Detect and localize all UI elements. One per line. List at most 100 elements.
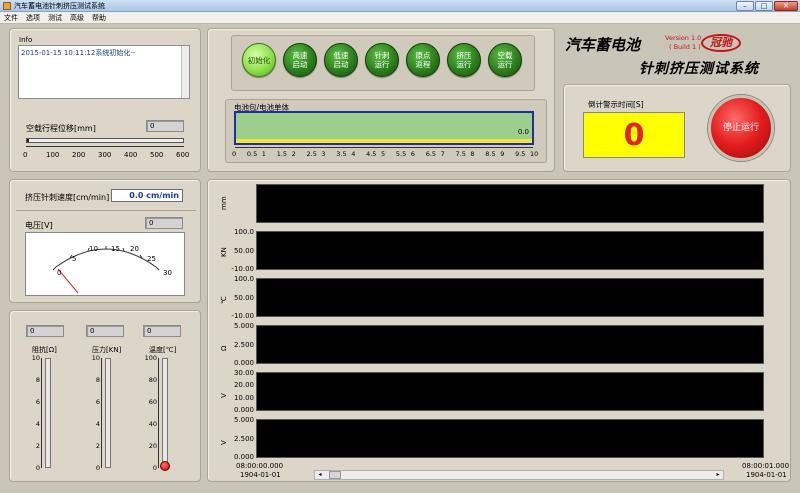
divider	[16, 210, 196, 211]
thermo-tube	[162, 358, 168, 468]
origin-return-button[interactable]: 原点 返程	[406, 43, 440, 77]
stroke-slider[interactable]	[26, 138, 184, 143]
stroke-tick: 500	[150, 151, 164, 159]
date-end: 1904-01-01	[746, 471, 787, 479]
time-start: 08:00:00.000	[236, 462, 284, 470]
scroll-left-icon[interactable]: ◂	[316, 471, 324, 479]
voltage-tick: 15	[111, 245, 120, 253]
progress-ticks: 0 0.5 1 1.5 2 2.5 3 3.5 4 4.5 5 5.5 6 6.5 7 7.5 8 8.5 9 9.5…	[232, 150, 538, 160]
countdown-display: 0	[583, 112, 685, 158]
progress-tick: 5	[381, 150, 386, 158]
speed-voltage-panel: 挤压针刺速度[cm/min] 0.0 cm/min 电压[V] 0 0 5 10…	[9, 179, 201, 303]
menu-test[interactable]: 测试	[48, 13, 62, 23]
thermo-tick: 10	[31, 354, 40, 362]
stroke-value: 0	[146, 120, 184, 132]
voltage-tick: 20	[130, 245, 139, 253]
chart-y-tick: 50.00	[233, 293, 254, 302]
progress-fill	[236, 139, 532, 143]
thermo-tick: 60	[148, 398, 157, 406]
window-title: 汽车蓄电池针刺挤压测试系统	[14, 2, 105, 10]
chart-plot[interactable]	[256, 184, 764, 223]
progress-tick: 7.5	[455, 150, 466, 158]
chart-y-tick: 0.000	[233, 406, 254, 414]
stroke-tick: 400	[124, 151, 138, 159]
control-panel: 初始化 高速 启动 低速 启动 针刺 运行 原点 返程 挤压 运行 空载 运行 …	[207, 28, 555, 172]
chart-plot[interactable]	[256, 231, 764, 270]
chart-unit-label: mm	[220, 195, 228, 210]
app-icon	[3, 2, 11, 10]
chart-y-tick: -10.00	[231, 265, 254, 273]
speed-value: 0.0 cm/min	[111, 189, 183, 202]
chart-y-tick: 0.000	[233, 453, 254, 461]
menu-help[interactable]: 帮助	[92, 13, 106, 23]
origin-return-label: 原点 返程	[415, 51, 431, 69]
thermo-tube	[45, 358, 51, 468]
menu-options[interactable]: 选项	[26, 13, 40, 23]
progress-tick: 1	[261, 150, 266, 158]
minimize-icon[interactable]: –	[736, 1, 754, 11]
speed-label: 挤压针刺速度[cm/min]	[25, 193, 110, 202]
menu-advanced[interactable]: 高级	[70, 13, 84, 23]
thermo-tick: 8	[35, 376, 40, 384]
thermo-tick: 8	[95, 376, 100, 384]
progress-axis	[235, 147, 533, 148]
time-scrollbar[interactable]: ◂ ▸	[314, 470, 724, 480]
thermo-axis	[41, 358, 42, 468]
charts-panel: mm KN 100.0 50.00 -10.00 ℃ 100.0 50.00 -10.00 Ω 5.…	[207, 179, 791, 482]
menu-file[interactable]: 文件	[4, 13, 18, 23]
thermo-tick: 10	[91, 354, 100, 362]
squeeze-run-button[interactable]: 挤压 运行	[447, 43, 481, 77]
thermo-tube	[105, 358, 111, 468]
progress-tick: 8.5	[485, 150, 496, 158]
init-button-label: 初始化	[247, 55, 271, 65]
chart-y-tick: 50.00	[233, 246, 254, 255]
high-speed-start-button[interactable]: 高速 启动	[283, 43, 317, 77]
voltage-tick: 10	[89, 245, 98, 253]
progress-tick: 6	[410, 150, 415, 158]
time-end: 08:00:01.000	[742, 462, 790, 470]
stroke-tick: 600	[176, 151, 190, 159]
voltage-label: 电压[V]	[25, 221, 53, 230]
chart-plot[interactable]	[256, 372, 764, 411]
thermo-tick: 20	[148, 442, 157, 450]
voltage-tick: 0	[57, 269, 62, 277]
stroke-label: 空载行程位移[mm]	[26, 124, 96, 133]
progress-tick: 2	[291, 150, 296, 158]
close-icon[interactable]: ✕	[774, 1, 798, 11]
chart-plot[interactable]	[256, 325, 764, 364]
thermo-value: 0	[26, 325, 64, 337]
voltage-tick: 5	[72, 255, 77, 263]
countdown-label: 倒计警示时间[S]	[588, 100, 644, 109]
chart-plot[interactable]	[256, 419, 764, 458]
menu-bar: 文件 选项 测试 高级 帮助	[0, 12, 800, 24]
thermo-value: 0	[86, 325, 124, 337]
info-panel: Info 2015-01-15 10:11:12系统初始化-- 空载行程位移[m…	[9, 28, 201, 172]
init-button[interactable]: 初始化	[242, 43, 276, 77]
scroll-right-icon[interactable]: ▸	[714, 471, 722, 479]
progress-tick: 9	[500, 150, 505, 158]
thermo-tick: 0	[95, 464, 100, 472]
chart-y-tick: 30.00	[233, 369, 254, 377]
maximize-icon[interactable]: □	[755, 1, 773, 11]
brand-version: Version 1.0	[665, 34, 702, 42]
thermo-tick: 4	[95, 420, 100, 428]
brand-build: ( Build 1 )	[669, 43, 701, 51]
no-load-run-button[interactable]: 空载 运行	[488, 43, 522, 77]
progress-tick: 10	[530, 150, 539, 158]
thermo-tick: 40	[148, 420, 157, 428]
thermo-tick: 2	[95, 442, 100, 450]
voltage-tick: 25	[147, 255, 156, 263]
scroll-thumb[interactable]	[329, 471, 341, 479]
chart-y-tick: 100.0	[233, 228, 254, 236]
thermo-bulb-icon	[160, 461, 170, 471]
needle-run-button[interactable]: 针刺 运行	[365, 43, 399, 77]
progress-tick: 0.5	[246, 150, 258, 158]
stop-button[interactable]: 停止运行	[708, 95, 774, 161]
info-scrollbar[interactable]	[181, 46, 189, 98]
progress-tick: 1.5	[276, 150, 288, 158]
low-speed-start-button[interactable]: 低速 启动	[324, 43, 358, 77]
stroke-slider-thumb[interactable]	[27, 139, 29, 142]
chart-plot[interactable]	[256, 278, 764, 317]
info-log[interactable]: 2015-01-15 10:11:12系统初始化--	[18, 45, 190, 99]
progress-tick: 5.5	[395, 150, 407, 158]
